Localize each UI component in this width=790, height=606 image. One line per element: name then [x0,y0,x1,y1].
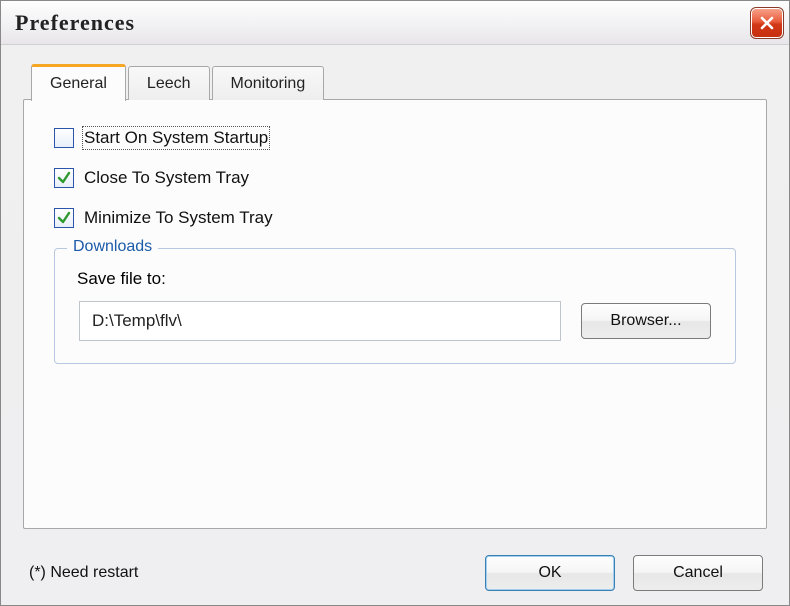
ok-button[interactable]: OK [485,555,615,591]
close-icon [759,15,775,31]
save-file-to-label: Save file to: [77,269,713,289]
close-button[interactable] [751,8,783,38]
tab-leech[interactable]: Leech [128,66,210,100]
downloads-legend: Downloads [67,238,158,256]
downloads-group: Downloads Save file to: Browser... [54,248,736,364]
checkbox-label: Start On System Startup [84,128,268,148]
option-start-on-startup: Start On System Startup [54,128,736,148]
preferences-window: Preferences General Leech Monitoring Sta… [0,0,790,606]
checkbox-close-to-tray[interactable] [54,168,74,188]
cancel-button[interactable]: Cancel [633,555,763,591]
checkbox-start-on-startup[interactable] [54,128,74,148]
tab-monitoring[interactable]: Monitoring [212,66,325,100]
checkmark-icon [56,210,72,226]
titlebar: Preferences [1,1,789,45]
checkbox-label: Close To System Tray [84,168,249,188]
tab-general[interactable]: General [31,64,126,101]
window-title: Preferences [15,10,135,36]
tabstrip: General Leech Monitoring [31,63,767,99]
content-area: General Leech Monitoring Start On System… [1,45,789,543]
save-path-input[interactable] [79,301,561,341]
tab-panel-general: Start On System Startup Close To System … [23,99,767,529]
checkbox-label: Minimize To System Tray [84,208,273,228]
option-close-to-tray: Close To System Tray [54,168,736,188]
footer-buttons: OK Cancel [485,555,763,591]
checkbox-minimize-to-tray[interactable] [54,208,74,228]
restart-note: (*) Need restart [29,564,138,582]
path-row: Browser... [79,301,711,341]
checkmark-icon [56,170,72,186]
option-minimize-to-tray: Minimize To System Tray [54,208,736,228]
footer: (*) Need restart OK Cancel [1,543,789,605]
browse-button[interactable]: Browser... [581,303,711,339]
